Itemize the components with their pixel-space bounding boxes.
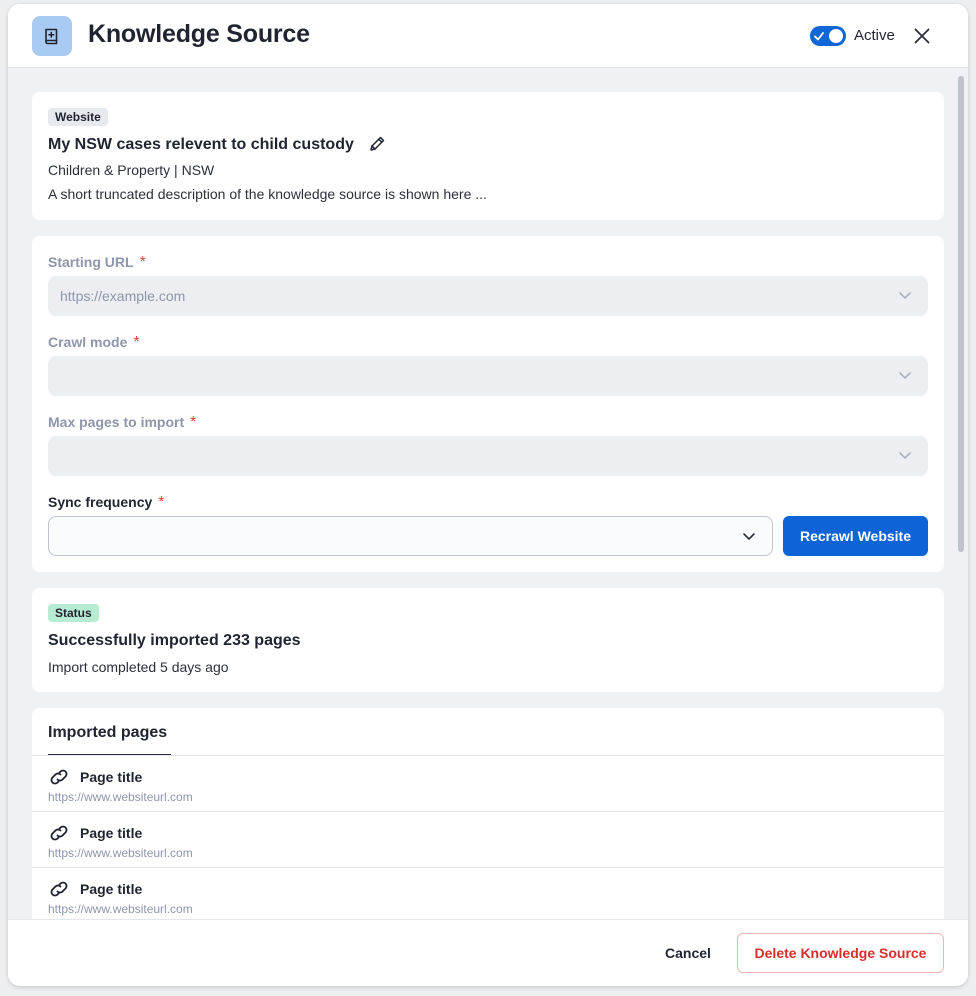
close-button[interactable] [912,26,932,46]
sync-frequency-label-text: Sync frequency [48,494,153,510]
required-marker: * [190,414,197,431]
max-pages-label-text: Max pages to import [48,414,185,430]
starting-url-label-text: Starting URL [48,254,134,270]
page-title: Page title [80,881,143,897]
source-category: Children & Property | NSW [48,162,215,178]
required-marker: * [133,334,140,351]
edit-title-button[interactable] [368,135,386,153]
toggle-knob [829,29,843,43]
list-item[interactable]: Page title https://www.websiteurl.com [32,868,944,919]
crawl-settings-card: Starting URL * https://example.com Crawl … [32,236,944,572]
source-title: My NSW cases relevent to child custody [48,136,354,153]
link-icon [50,825,68,841]
tab-imported-pages[interactable]: Imported pages [48,724,171,756]
chevron-down-icon [899,372,911,379]
status-card: Status Successfully imported 233 pages I… [32,588,944,692]
status-subtitle: Import completed 5 days ago [48,659,229,675]
max-pages-label: Max pages to import * [48,414,196,432]
starting-url-label: Starting URL * [48,254,146,272]
crawl-mode-label: Crawl mode * [48,334,140,352]
max-pages-select[interactable] [48,436,928,476]
status-tag: Status [48,604,99,622]
active-toggle[interactable] [810,26,846,46]
required-marker: * [139,254,146,271]
modal-title: Knowledge Source [88,20,310,48]
link-icon [50,769,68,785]
close-icon [914,28,930,44]
page-title: Page title [80,769,143,785]
modal-body[interactable]: Website My NSW cases relevent to child c… [8,68,968,919]
active-toggle-label: Active [854,27,895,44]
modal-header: Knowledge Source Active [8,4,968,68]
list-item[interactable]: Page title https://www.websiteurl.com [32,812,944,868]
source-summary-card: Website My NSW cases relevent to child c… [32,92,944,220]
list-item[interactable]: Page title https://www.websiteurl.com [32,756,944,812]
chevron-down-icon [899,452,911,459]
chevron-down-icon [899,292,911,299]
starting-url-placeholder: https://example.com [60,288,186,304]
page-url: https://www.websiteurl.com [48,846,193,860]
page-title: Page title [80,825,143,841]
sync-frequency-label: Sync frequency * [48,494,165,512]
pencil-icon [370,136,385,151]
source-type-tag: Website [48,108,108,126]
cancel-button[interactable]: Cancel [655,937,721,969]
link-icon [50,881,68,897]
recrawl-website-button[interactable]: Recrawl Website [783,516,928,556]
sync-frequency-select[interactable] [48,516,773,556]
required-marker: * [158,494,165,511]
check-icon [814,32,824,41]
starting-url-select[interactable]: https://example.com [48,276,928,316]
page-url: https://www.websiteurl.com [48,902,193,916]
source-description: A short truncated description of the kno… [48,186,487,202]
book-plus-icon [32,16,72,56]
knowledge-source-modal: Knowledge Source Active Website My NSW c… [8,4,968,986]
delete-knowledge-source-button[interactable]: Delete Knowledge Source [737,933,944,973]
chevron-down-icon [743,533,755,540]
scrollbar-thumb[interactable] [958,76,964,552]
modal-footer: Cancel Delete Knowledge Source [8,919,968,986]
imported-pages-card: Imported pages Page title https://www.we… [32,708,944,919]
page-url: https://www.websiteurl.com [48,790,193,804]
status-title: Successfully imported 233 pages [48,632,301,649]
crawl-mode-select[interactable] [48,356,928,396]
crawl-mode-label-text: Crawl mode [48,334,128,350]
